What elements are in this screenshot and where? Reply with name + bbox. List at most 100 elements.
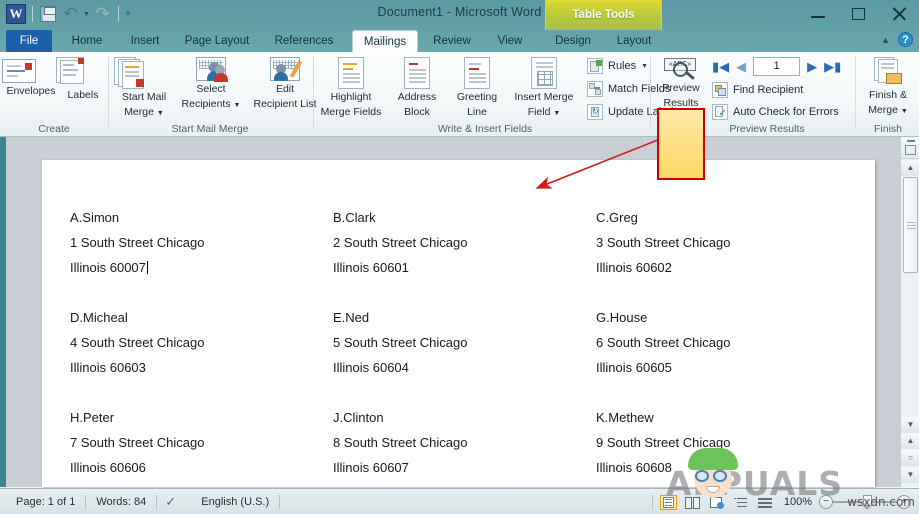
edit-recipient-list-button[interactable]: Edit Recipient List (248, 55, 322, 110)
start-mail-merge-button[interactable]: Start Mail Merge ▼ (114, 55, 174, 120)
edit-recipient-list-icon (248, 57, 322, 81)
tab-page-layout[interactable]: Page Layout (176, 30, 258, 52)
document-page[interactable]: A.Simon 1 South Street Chicago Illinois … (42, 160, 875, 487)
recipient-address: 9 South Street Chicago (596, 435, 731, 450)
select-browse-object-button[interactable]: ○ (901, 450, 919, 466)
web-layout-view-icon[interactable] (708, 495, 725, 510)
chevron-down-icon[interactable]: ▼ (553, 110, 560, 117)
vertical-scrollbar[interactable]: ▲ ▼ ▲ ○ ▼ (900, 137, 919, 487)
outline-view-icon[interactable] (732, 495, 749, 510)
chevron-down-icon[interactable]: ▼ (901, 108, 908, 115)
next-page-button[interactable]: ▼ (901, 467, 919, 483)
close-button[interactable] (885, 4, 913, 24)
language-indicator[interactable]: English (U.S.) (191, 489, 279, 514)
record-number-input[interactable]: 1 (753, 57, 801, 76)
word-count[interactable]: Words: 84 (86, 489, 156, 514)
group-label-create: Create (38, 123, 70, 135)
find-recipient-button[interactable]: Find Recipient (712, 82, 803, 98)
chevron-down-icon[interactable]: ▼ (234, 102, 241, 109)
label-cell[interactable]: D.Micheal 4 South Street Chicago Illinoi… (70, 305, 333, 380)
address-block-label-2: Block (404, 105, 430, 118)
address-block-button[interactable]: Address Block (389, 55, 445, 118)
tab-review[interactable]: Review (424, 30, 480, 52)
label-cell[interactable]: E.Ned 5 South Street Chicago Illinois 60… (333, 305, 596, 380)
smm-text: Merge (124, 105, 154, 118)
print-layout-view-icon[interactable] (660, 494, 677, 510)
rules-button[interactable]: Rules ▼ (587, 58, 648, 74)
select-browse-object-top[interactable] (901, 137, 919, 159)
label-cell[interactable]: G.House 6 South Street Chicago Illinois … (596, 305, 859, 380)
next-record-icon[interactable]: ▶ (807, 59, 817, 75)
highlight-merge-fields-button[interactable]: Highlight Merge Fields (317, 55, 385, 118)
group-separator-1 (108, 57, 109, 129)
zoom-slider[interactable]: − + (819, 494, 911, 510)
rules-icon (587, 58, 603, 74)
highlight-label-1: Highlight (330, 91, 372, 103)
address-block-icon (389, 57, 445, 89)
maximize-button[interactable] (845, 4, 871, 24)
insert-merge-field-icon (507, 57, 581, 89)
scroll-up-button[interactable]: ▲ (901, 160, 919, 176)
tab-references[interactable]: References (264, 30, 344, 52)
recipient-city: Illinois 60608 (596, 460, 672, 475)
table-row: D.Micheal 4 South Street Chicago Illinoi… (70, 305, 860, 380)
tab-insert[interactable]: Insert (120, 30, 170, 52)
zoom-level[interactable]: 100% (780, 496, 812, 508)
zoom-out-button[interactable]: − (819, 495, 833, 509)
label-cell[interactable]: C.Greg 3 South Street Chicago Illinois 6… (596, 205, 859, 280)
draft-view-icon[interactable] (756, 495, 773, 510)
labels-button[interactable]: Labels (54, 55, 112, 102)
collapse-ribbon-icon[interactable]: ▲ (881, 35, 890, 45)
scroll-down-button[interactable]: ▼ (901, 417, 919, 433)
chevron-down-icon[interactable]: ▼ (641, 63, 648, 70)
labels-label: Labels (67, 89, 99, 101)
recipient-city: Illinois 60601 (333, 260, 409, 275)
select-recipients-button[interactable]: Select Recipients ▼ (176, 55, 246, 112)
group-separator-2 (313, 57, 314, 129)
minimize-button[interactable] (805, 4, 831, 24)
previous-record-icon[interactable]: ◀ (736, 59, 746, 75)
label-cell[interactable]: H.Peter 7 South Street Chicago Illinois … (70, 405, 333, 480)
insert-merge-field-button[interactable]: Insert Merge Field ▼ (507, 55, 581, 120)
finish-and-merge-button[interactable]: Finish & Merge ▼ (858, 55, 918, 118)
tab-file[interactable]: File (6, 30, 52, 52)
zoom-handle[interactable] (863, 495, 872, 510)
tab-mailings[interactable]: Mailings (352, 30, 418, 52)
full-screen-reading-view-icon[interactable] (684, 495, 701, 510)
proofing-status[interactable]: ✓ (157, 489, 191, 514)
match-fields-icon (587, 81, 603, 97)
select-recipients-icon (176, 57, 246, 82)
label-cell[interactable]: K.Methew 9 South Street Chicago Illinois… (596, 405, 859, 480)
zoom-in-button[interactable]: + (897, 495, 911, 509)
recipient-name: H.Peter (70, 410, 115, 425)
select-recipients-label-2: Recipients ▼ (176, 98, 246, 113)
tab-layout[interactable]: Layout (607, 30, 661, 52)
first-record-icon[interactable]: ▮◀ (712, 59, 729, 75)
tab-view[interactable]: View (486, 30, 534, 52)
greeting-line-label-1: Greeting (456, 91, 498, 103)
label-cell[interactable]: A.Simon 1 South Street Chicago Illinois … (70, 205, 333, 280)
envelopes-button[interactable]: Envelopes (2, 55, 60, 98)
left-gutter (0, 137, 6, 487)
preview-results-button[interactable]: «ABC» Preview Results (656, 55, 706, 109)
ribbon-group-write-insert: Highlight Merge Fields Address Block Gre… (315, 52, 679, 137)
greeting-line-button[interactable]: Greeting Line (448, 55, 506, 118)
label-cell[interactable]: B.Clark 2 South Street Chicago Illinois … (333, 205, 596, 280)
scrollbar-thumb[interactable] (903, 177, 918, 273)
chevron-down-icon[interactable]: ▼ (157, 110, 164, 117)
ribbon-help-area: ▲ ? (881, 32, 913, 47)
auto-check-errors-icon: ✓ (712, 104, 728, 120)
ribbon-tabs: File Home Insert Page Layout References … (0, 30, 919, 52)
auto-check-errors-button[interactable]: ✓ Auto Check for Errors (712, 104, 839, 120)
labels-icon (54, 57, 112, 87)
help-icon[interactable]: ? (898, 32, 913, 47)
status-divider-3 (279, 495, 281, 509)
tab-home[interactable]: Home (60, 30, 114, 52)
mail-merge-labels: A.Simon 1 South Street Chicago Illinois … (70, 205, 860, 487)
page-indicator[interactable]: Page: 1 of 1 (6, 489, 85, 514)
label-cell[interactable]: J.Clinton 8 South Street Chicago Illinoi… (333, 405, 596, 480)
word-window: Table Tools W ↶ ▼ ↷ ≙ Document1 - Micros… (0, 0, 919, 514)
last-record-icon[interactable]: ▶▮ (824, 59, 841, 75)
previous-page-button[interactable]: ▲ (901, 433, 919, 449)
tab-design[interactable]: Design (545, 30, 601, 52)
